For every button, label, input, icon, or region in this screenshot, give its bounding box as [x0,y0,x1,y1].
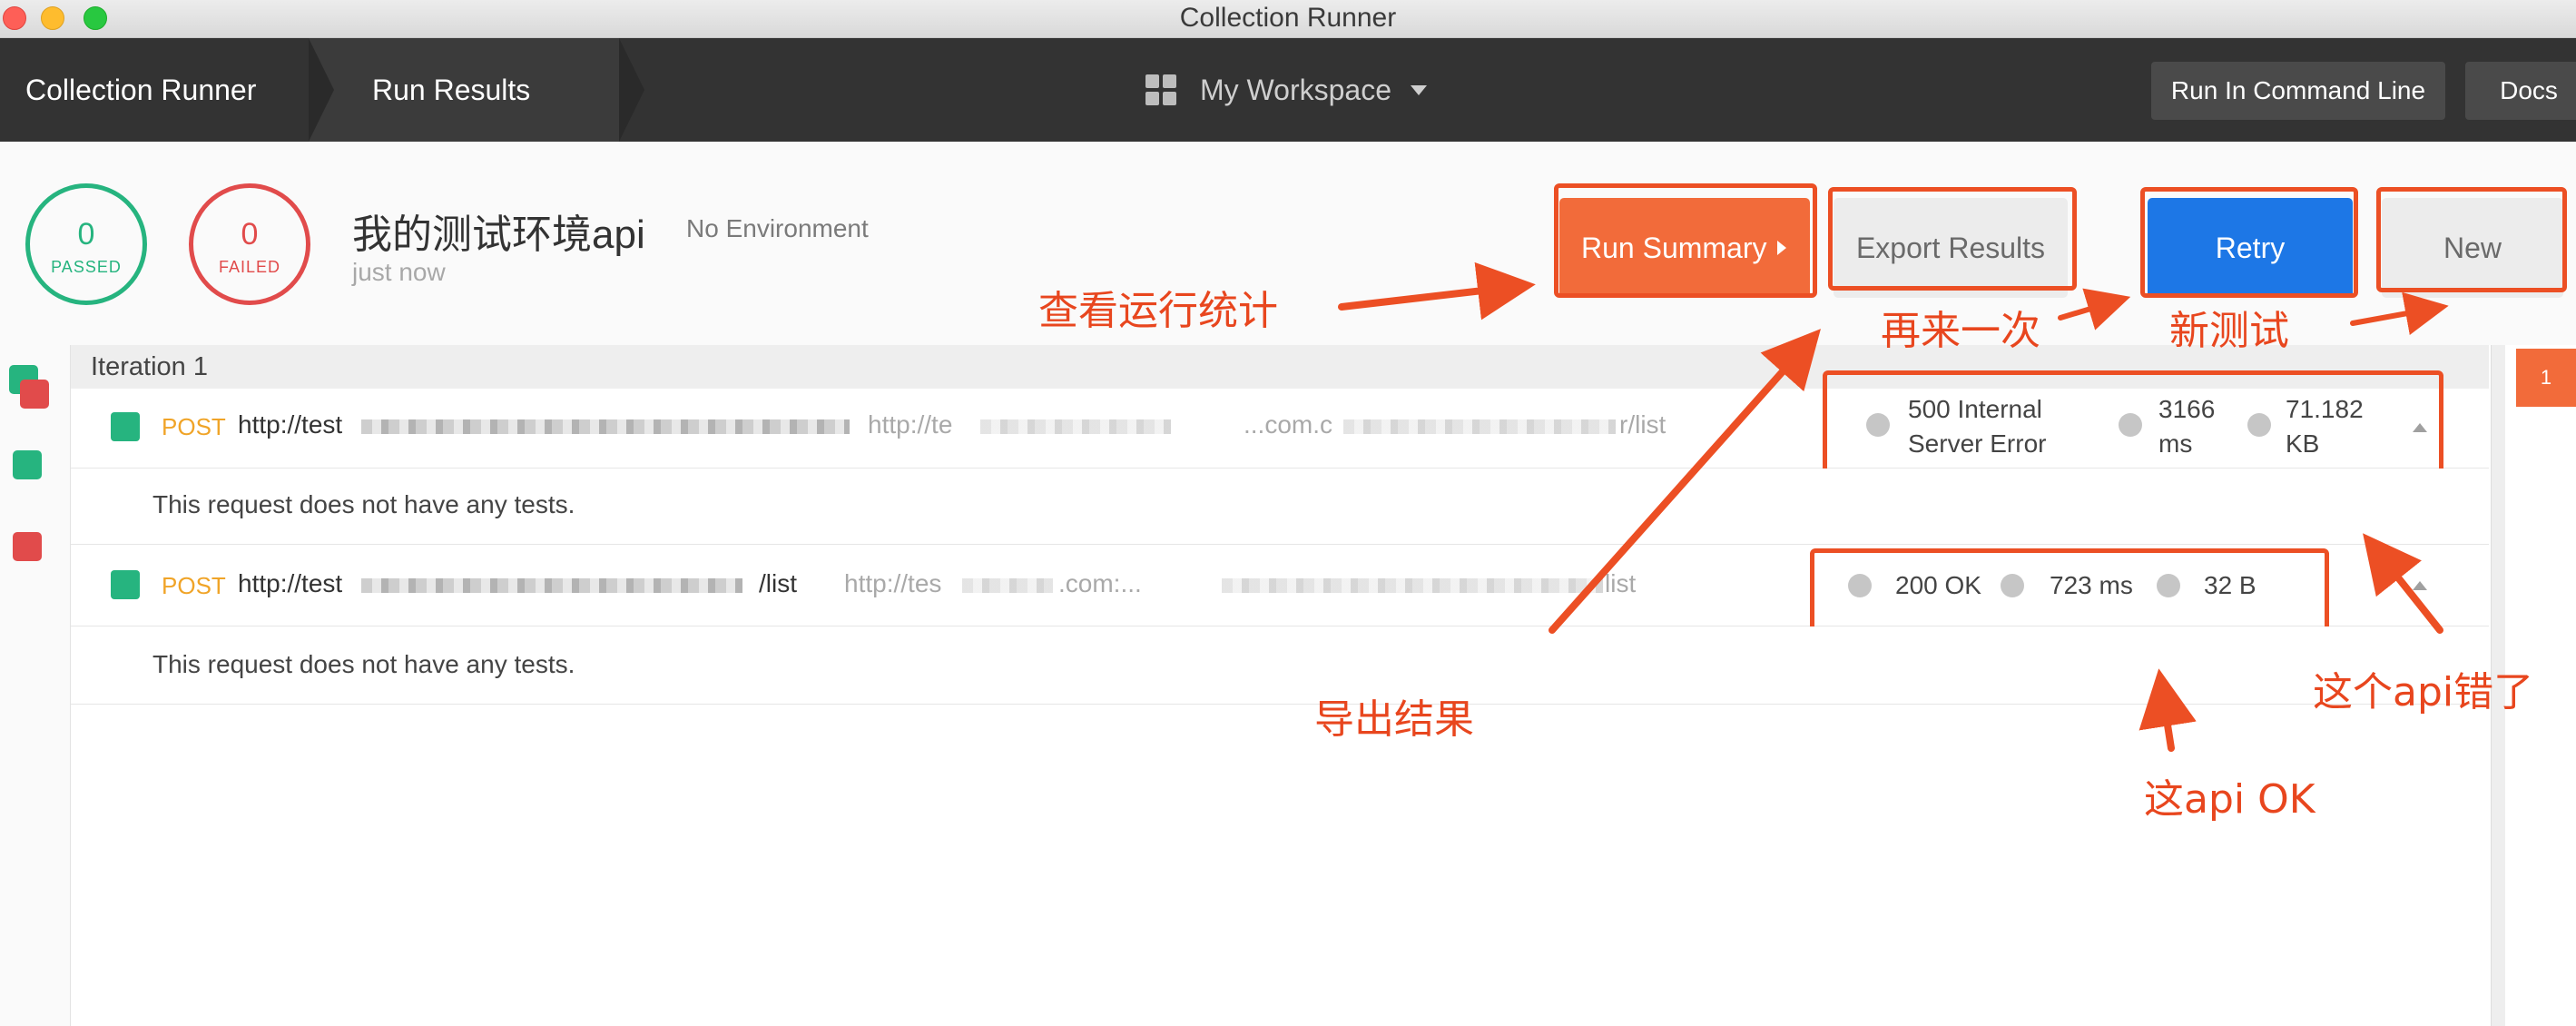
arrow-to-api-error [2363,533,2443,634]
arrow-to-export [1549,329,1821,634]
arrow-to-new [2350,291,2449,335]
arrow-to-api-ok [2138,668,2197,752]
annotation-arrows [1338,261,2449,752]
arrow-to-retry [2058,288,2131,330]
arrow-to-run-summary [1338,261,1536,321]
